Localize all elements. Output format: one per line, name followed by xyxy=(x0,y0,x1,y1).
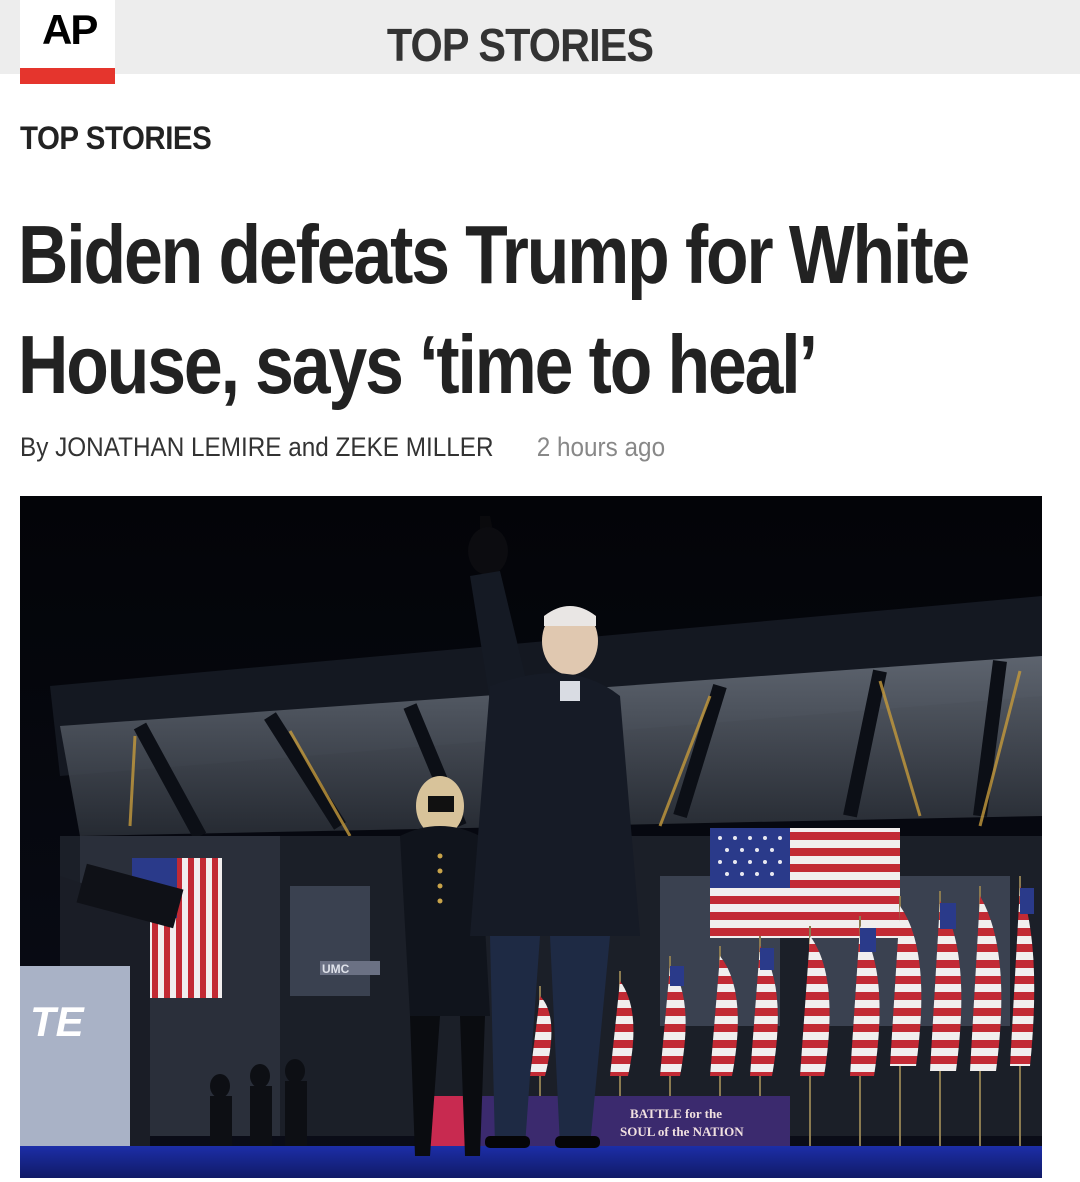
banner-text-1: BATTLE for the xyxy=(630,1106,722,1121)
page-title: TOP STORIES xyxy=(386,19,654,71)
podium-sign xyxy=(20,966,130,1166)
article-timestamp: 2 hours ago xyxy=(536,432,666,462)
article-headline[interactable]: Biden defeats Trump for White House, say… xyxy=(18,200,1026,420)
podium-sign-text: TE xyxy=(30,998,86,1045)
banner-text-2: SOUL of the NATION xyxy=(620,1124,744,1139)
umc-sign-text: UMC xyxy=(322,962,350,976)
hero-image[interactable]: UMC BATTLE for the SOUL of the NATION TE xyxy=(20,496,1042,1178)
section-label[interactable]: TOP STORIES xyxy=(20,120,212,157)
article-byline: By JONATHAN LEMIRE and ZEKE MILLER 2 hour… xyxy=(20,432,830,463)
hero-photo: UMC BATTLE for the SOUL of the NATION TE xyxy=(20,496,1042,1178)
byline-authors: By JONATHAN LEMIRE and ZEKE MILLER xyxy=(20,432,494,462)
